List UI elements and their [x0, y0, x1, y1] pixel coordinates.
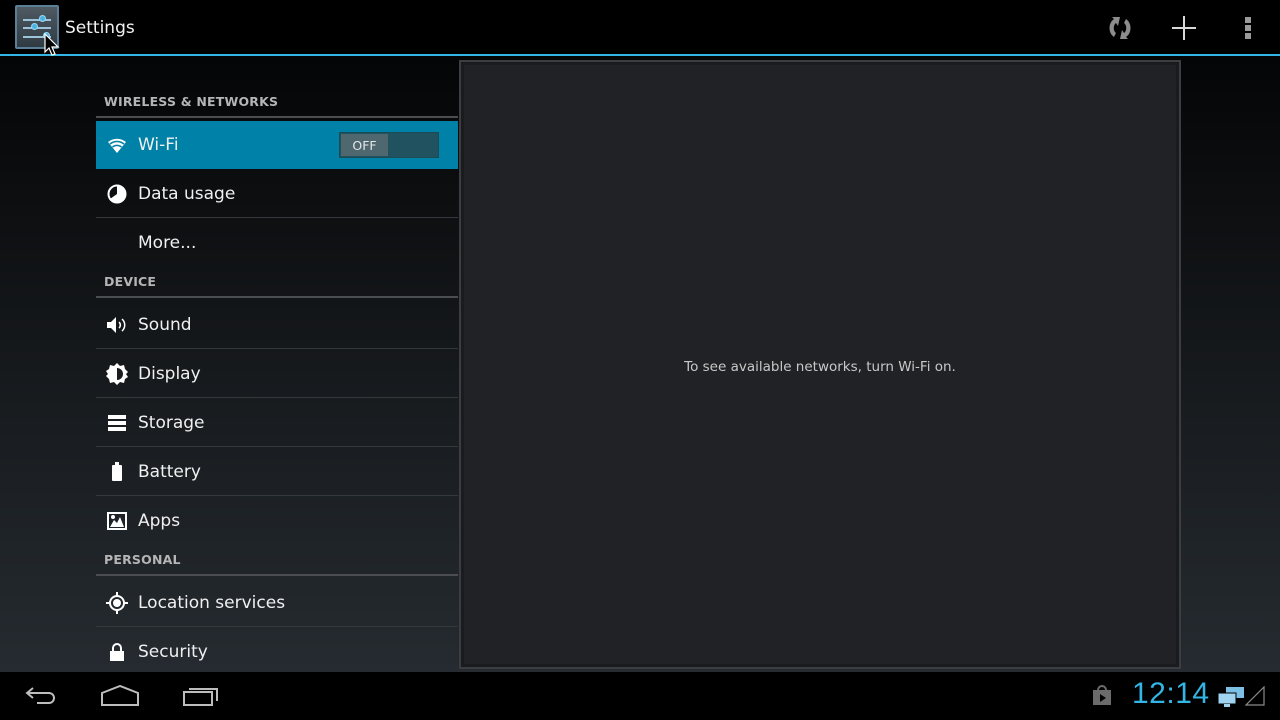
system-nav-bar: 12:14	[0, 672, 1280, 720]
play-store-icon[interactable]	[1091, 684, 1113, 706]
settings-item-label: Location services	[138, 593, 286, 613]
battery-icon	[106, 461, 128, 483]
storage-icon	[106, 412, 128, 434]
clock[interactable]: 12:14	[1132, 677, 1210, 711]
section-header-wireless: WIRELESS & NETWORKS	[96, 88, 458, 118]
wifi-toggle-thumb: OFF	[341, 134, 388, 156]
section-header-device: DEVICE	[96, 268, 458, 298]
lock-icon	[106, 641, 128, 663]
settings-item-label: Battery	[138, 462, 201, 482]
settings-item-label: More...	[138, 233, 197, 253]
settings-item-display[interactable]: Display	[96, 350, 458, 398]
settings-item-label: Apps	[138, 511, 181, 531]
add-button[interactable]	[1164, 8, 1204, 48]
settings-item-label: Sound	[138, 315, 192, 335]
apps-icon	[106, 510, 128, 532]
settings-list[interactable]: WIRELESS & NETWORKS Wi-Fi OFF Data usage…	[96, 56, 458, 672]
wifi-detail-panel: To see available networks, turn Wi-Fi on…	[459, 60, 1181, 669]
network-computers-icon[interactable]	[1216, 686, 1246, 708]
settings-item-label: Wi-Fi	[138, 135, 179, 155]
app-title[interactable]: Settings	[65, 18, 135, 38]
recent-apps-button[interactable]	[176, 680, 226, 712]
overflow-menu-button[interactable]	[1228, 8, 1268, 48]
action-bar: Settings	[0, 0, 1280, 56]
home-icon	[101, 685, 139, 706]
settings-item-wifi[interactable]: Wi-Fi OFF	[96, 121, 458, 169]
settings-item-more[interactable]: More...	[96, 219, 458, 267]
signal-icon	[1245, 686, 1265, 706]
sync-button[interactable]	[1100, 8, 1140, 48]
sound-icon	[106, 314, 128, 336]
mouse-cursor-icon	[44, 33, 60, 56]
wifi-off-message: To see available networks, turn Wi-Fi on…	[684, 359, 956, 375]
content-area: WIRELESS & NETWORKS Wi-Fi OFF Data usage…	[0, 56, 1280, 672]
settings-item-label: Storage	[138, 413, 205, 433]
settings-item-battery[interactable]: Battery	[96, 448, 458, 496]
settings-item-label: Data usage	[138, 184, 236, 204]
location-icon	[106, 592, 128, 614]
recent-apps-icon	[183, 688, 218, 706]
settings-item-location[interactable]: Location services	[96, 579, 458, 627]
back-icon	[25, 687, 55, 704]
section-header-personal: PERSONAL	[96, 546, 458, 576]
settings-item-data-usage[interactable]: Data usage	[96, 170, 458, 218]
overflow-menu-icon	[1245, 17, 1251, 39]
settings-item-storage[interactable]: Storage	[96, 399, 458, 447]
back-button[interactable]	[16, 680, 66, 712]
data-usage-icon	[106, 183, 128, 205]
wifi-toggle[interactable]: OFF	[339, 132, 439, 158]
settings-item-sound[interactable]: Sound	[96, 301, 458, 349]
add-icon	[1172, 16, 1196, 40]
settings-item-label: Display	[138, 364, 201, 384]
settings-item-label: Security	[138, 642, 208, 662]
sync-icon	[1109, 17, 1131, 39]
display-brightness-icon	[106, 363, 128, 385]
settings-item-security[interactable]: Security	[96, 628, 458, 672]
wifi-icon	[106, 134, 128, 156]
home-button[interactable]	[95, 680, 145, 712]
settings-item-apps[interactable]: Apps	[96, 497, 458, 545]
